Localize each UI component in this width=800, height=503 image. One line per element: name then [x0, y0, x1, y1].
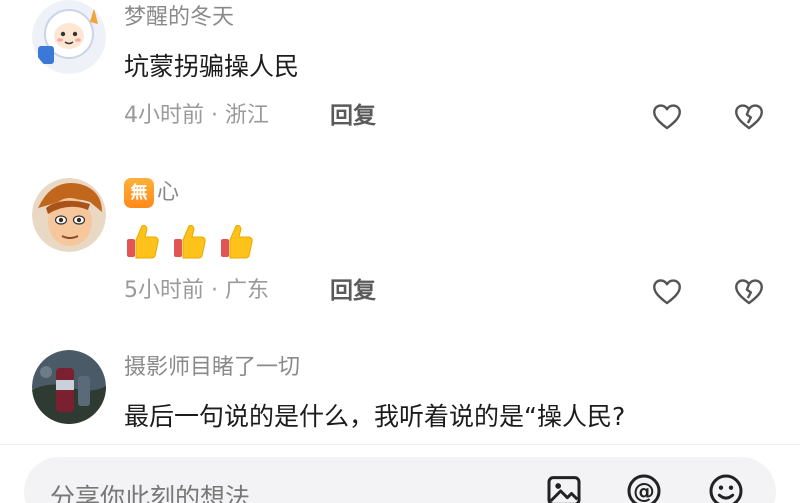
- dislike-broken-heart-icon[interactable]: [732, 274, 766, 308]
- avatar[interactable]: [32, 178, 106, 252]
- comment-item: 梦醒的冬天 坑蒙拐骗操人民 4小时前 · 浙江 回复: [0, 0, 800, 150]
- cartoon-face-avatar-image: [32, 178, 106, 252]
- image-icon[interactable]: [544, 471, 584, 503]
- astronaut-avatar-image: [32, 0, 106, 74]
- like-heart-icon[interactable]: [650, 274, 684, 308]
- dislike-broken-heart-icon[interactable]: [732, 99, 766, 133]
- thumbs-up-emoji-icon: [127, 224, 159, 259]
- reply-button[interactable]: 回复: [330, 276, 376, 306]
- comment-input-placeholder[interactable]: 分享你此刻的想法: [50, 478, 250, 503]
- avatar[interactable]: [32, 350, 106, 424]
- comment-username[interactable]: 心: [157, 180, 179, 205]
- at-icon[interactable]: @: [624, 471, 664, 503]
- reply-button[interactable]: 回复: [330, 101, 376, 131]
- comment-username[interactable]: 梦醒的冬天: [124, 4, 234, 32]
- comment-composer-bar: 分享你此刻的想法 @: [0, 444, 800, 503]
- photo-avatar-image: [32, 350, 106, 424]
- emoji-icon[interactable]: [706, 471, 746, 503]
- member-badge-icon: 無: [124, 178, 154, 208]
- like-heart-icon[interactable]: [650, 99, 684, 133]
- thumbs-up-emoji-icon: [174, 224, 206, 259]
- comment-meta: 4小时前 · 浙江: [124, 103, 269, 128]
- comment-feed: 梦醒的冬天 坑蒙拐骗操人民 4小时前 · 浙江 回复 無 心 5小时前 · 广东…: [0, 0, 800, 503]
- comment-text: 最后一句说的是什么，我听着说的是“操人民?: [124, 402, 626, 431]
- comment-meta: 5小时前 · 广东: [124, 278, 269, 303]
- comment-username-row[interactable]: 無心: [124, 178, 179, 208]
- comment-text: 坑蒙拐骗操人民: [124, 52, 300, 81]
- comment-item: 摄影师目睹了一切 最后一句说的是什么，我听着说的是“操人民?: [0, 345, 800, 445]
- avatar[interactable]: [32, 0, 106, 74]
- svg-text:@: @: [633, 480, 655, 503]
- comment-item: 無心 5小时前 · 广东 回复: [0, 172, 800, 322]
- comment-username[interactable]: 摄影师目睹了一切: [124, 354, 300, 382]
- emoji-content: [126, 222, 256, 262]
- thumbs-up-emoji-icon: [221, 224, 253, 259]
